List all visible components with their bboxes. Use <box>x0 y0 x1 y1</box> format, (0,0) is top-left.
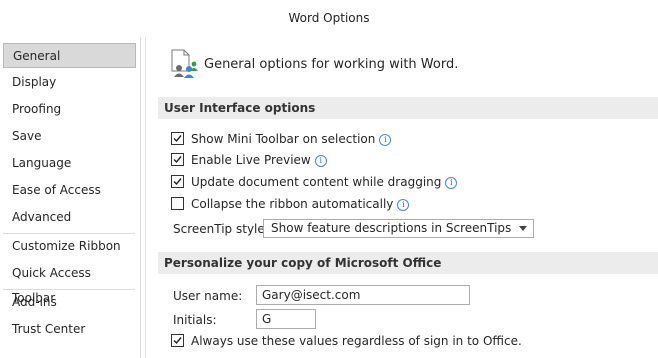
sidebar-item-advanced[interactable]: Advanced <box>3 205 136 230</box>
sidebar-item-language[interactable]: Language <box>3 151 136 176</box>
info-icon[interactable]: i <box>314 155 327 167</box>
checkbox[interactable] <box>171 197 184 210</box>
content-border <box>145 37 146 358</box>
screentip-style-dropdown[interactable]: Show feature descriptions in ScreenTips <box>263 219 534 238</box>
info-icon[interactable]: i <box>397 199 410 211</box>
checkbox[interactable] <box>171 334 184 347</box>
username-label: User name: <box>173 289 243 303</box>
sidebar-item-trust-center[interactable]: Trust Center <box>3 317 136 342</box>
screentip-style-label: ScreenTip style: <box>173 222 269 236</box>
sidebar-item-add-ins[interactable]: Add-ins <box>3 290 136 315</box>
checkbox[interactable] <box>171 153 184 166</box>
dropdown-value: Show feature descriptions in ScreenTips <box>271 221 512 235</box>
section-header-user-interface: User Interface options <box>158 97 658 119</box>
option-label: Always use these values regardless of si… <box>191 334 522 348</box>
options-content: General options for working with Word. U… <box>140 37 658 358</box>
info-icon[interactable]: i <box>445 177 458 189</box>
window-title: Word Options <box>288 11 370 25</box>
checkbox[interactable] <box>171 132 184 145</box>
sidebar-item-proofing[interactable]: Proofing <box>3 97 136 122</box>
people-settings-icon <box>170 49 200 81</box>
option-label: Update document content while dragging <box>191 175 442 189</box>
option-label: Collapse the ribbon automatically <box>191 197 394 211</box>
sidebar-item-general[interactable]: General <box>3 43 136 68</box>
sidebar-item-customize-ribbon[interactable]: Customize Ribbon <box>3 234 136 259</box>
options-sidebar: General Display Proofing Save Language E… <box>0 37 141 358</box>
username-input[interactable] <box>257 286 469 304</box>
info-icon[interactable]: i <box>379 134 392 146</box>
sidebar-item-display[interactable]: Display <box>3 70 136 95</box>
option-label: Enable Live Preview <box>191 153 311 167</box>
page-heading: General options for working with Word. <box>204 57 459 72</box>
checkbox[interactable] <box>171 175 184 188</box>
option-label: Show Mini Toolbar on selection <box>191 132 376 146</box>
sidebar-item-save[interactable]: Save <box>3 124 136 149</box>
sidebar-item-quick-access-toolbar[interactable]: Quick Access Toolbar <box>3 261 136 305</box>
username-field[interactable] <box>256 285 470 305</box>
title-bar: Word Options <box>0 0 658 37</box>
initials-field[interactable] <box>256 309 316 329</box>
chevron-down-icon <box>519 226 527 231</box>
sidebar-item-ease-of-access[interactable]: Ease of Access <box>3 178 136 203</box>
initials-input[interactable] <box>257 310 315 328</box>
initials-label: Initials: <box>173 313 217 327</box>
section-header-personalize: Personalize your copy of Microsoft Offic… <box>158 252 658 274</box>
